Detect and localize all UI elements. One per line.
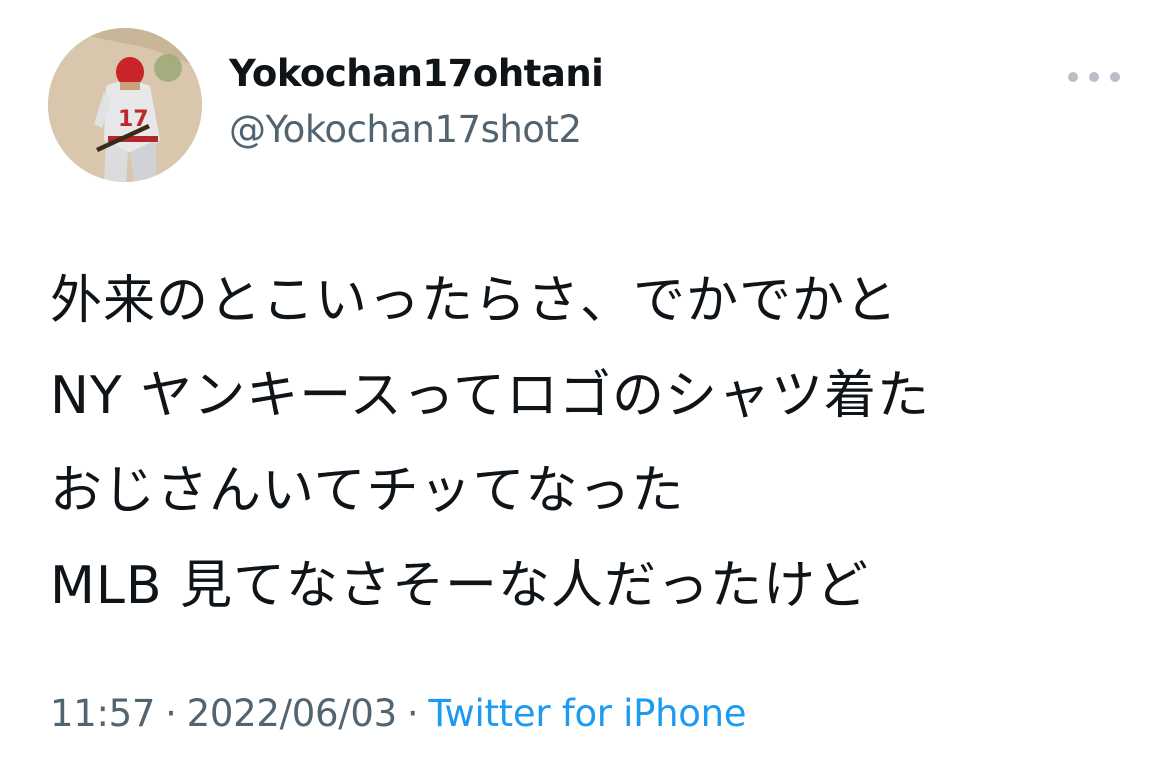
tweet-text: 外来のとこいったらさ、でかでかと NY ヤンキースってロゴのシャツ着た おじさん… [50,254,1140,634]
tweet-text-line: おじさんいてチッてなった [50,461,685,521]
tweet-meta: 11:57 · 2022/06/03 · Twitter for iPhone [50,692,747,735]
more-dot [1089,72,1099,82]
author-display-name[interactable]: Yokochan17ohtani [229,52,604,95]
tweet-source-link[interactable]: Twitter for iPhone [428,692,746,735]
author-handle[interactable]: @Yokochan17shot2 [229,108,582,151]
more-dot [1068,72,1078,82]
meta-separator: · [165,692,177,735]
meta-separator: · [406,692,419,735]
tweet-text-line: MLB 見てなさそーな人だったけど [50,556,870,616]
tweet-text-line: 外来のとこいったらさ、でかでかと [50,271,899,331]
tweet-date[interactable]: 2022/06/03 [187,692,398,735]
tweet-text-line: NY ヤンキースってロゴのシャツ着た [50,366,930,426]
tweet-time[interactable]: 11:57 [50,692,155,735]
author-avatar[interactable]: 17 [48,28,202,182]
tweet-card: 17 Yokochan17ohtani @Yokochan17shot2 外来の… [0,0,1169,775]
baseball-player-avatar-icon: 17 [48,28,202,182]
more-dot [1110,72,1120,82]
more-horizontal-icon[interactable] [1068,66,1120,88]
